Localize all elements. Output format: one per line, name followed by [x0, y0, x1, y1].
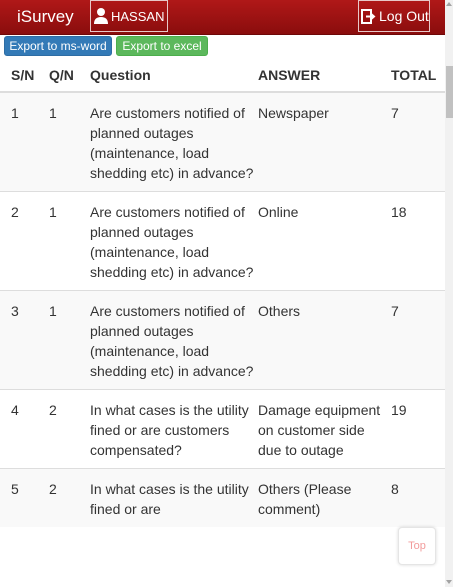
- cell-qn: 1: [49, 191, 90, 291]
- header-qn: Q/N: [49, 58, 90, 93]
- cell-sn: 3: [0, 290, 49, 390]
- logout-icon: [361, 8, 376, 24]
- cell-total: 7: [391, 290, 445, 390]
- results-table: S/N Q/N Question ANSWER TOTAL 1 1 Are cu…: [0, 58, 445, 527]
- cell-question: Are customers notified of planned outage…: [90, 91, 258, 192]
- scrollbar-thumb[interactable]: [446, 66, 453, 118]
- cell-total: 19: [391, 389, 445, 469]
- cell-sn: 1: [0, 91, 49, 192]
- user-name: HASSAN: [111, 8, 165, 24]
- top-navbar: iSurvey HASSAN Log Out: [0, 0, 453, 35]
- table-header-row: S/N Q/N Question ANSWER TOTAL: [0, 58, 445, 93]
- cell-total: 7: [391, 91, 445, 192]
- cell-qn: 1: [49, 290, 90, 390]
- brand-logo[interactable]: iSurvey: [17, 7, 74, 27]
- table-row: 5 2 In what cases is the utility fined o…: [0, 468, 445, 527]
- cell-answer: Damage equipment on customer side due to…: [258, 389, 391, 469]
- cell-total: 18: [391, 191, 445, 291]
- cell-qn: 2: [49, 389, 90, 469]
- cell-qn: 2: [49, 468, 90, 527]
- table-row: 1 1 Are customers notified of planned ou…: [0, 91, 445, 192]
- header-answer: ANSWER: [258, 58, 391, 93]
- user-menu-button[interactable]: HASSAN: [90, 0, 168, 32]
- export-word-button[interactable]: Export to ms-word: [4, 36, 112, 56]
- table-row: 4 2 In what cases is the utility fined o…: [0, 389, 445, 469]
- cell-answer: Others: [258, 290, 391, 390]
- cell-total: 8: [391, 468, 445, 527]
- header-sn: S/N: [0, 58, 49, 93]
- logout-button[interactable]: Log Out: [358, 0, 430, 32]
- cell-answer: Online: [258, 191, 391, 291]
- export-excel-button[interactable]: Export to excel: [116, 36, 208, 56]
- scroll-down-arrow-icon[interactable]: [446, 580, 452, 584]
- header-total: TOTAL: [391, 58, 445, 93]
- results-table-container: S/N Q/N Question ANSWER TOTAL 1 1 Are cu…: [0, 58, 445, 527]
- back-to-top-button[interactable]: Top: [398, 527, 436, 565]
- cell-question: Are customers notified of planned outage…: [90, 290, 258, 390]
- scroll-up-arrow-icon[interactable]: [446, 2, 452, 6]
- table-row: 3 1 Are customers notified of planned ou…: [0, 290, 445, 390]
- cell-sn: 2: [0, 191, 49, 291]
- table-row: 2 1 Are customers notified of planned ou…: [0, 191, 445, 291]
- cell-question: In what cases is the utility fined or ar…: [90, 468, 258, 527]
- cell-question: In what cases is the utility fined or ar…: [90, 389, 258, 469]
- user-icon: [93, 7, 109, 25]
- cell-sn: 5: [0, 468, 49, 527]
- cell-answer: Others (Please comment): [258, 468, 391, 527]
- cell-qn: 1: [49, 91, 90, 192]
- cell-sn: 4: [0, 389, 49, 469]
- cell-question: Are customers notified of planned outage…: [90, 191, 258, 291]
- header-question: Question: [90, 58, 258, 93]
- logout-label: Log Out: [379, 8, 429, 24]
- cell-answer: Newspaper: [258, 91, 391, 192]
